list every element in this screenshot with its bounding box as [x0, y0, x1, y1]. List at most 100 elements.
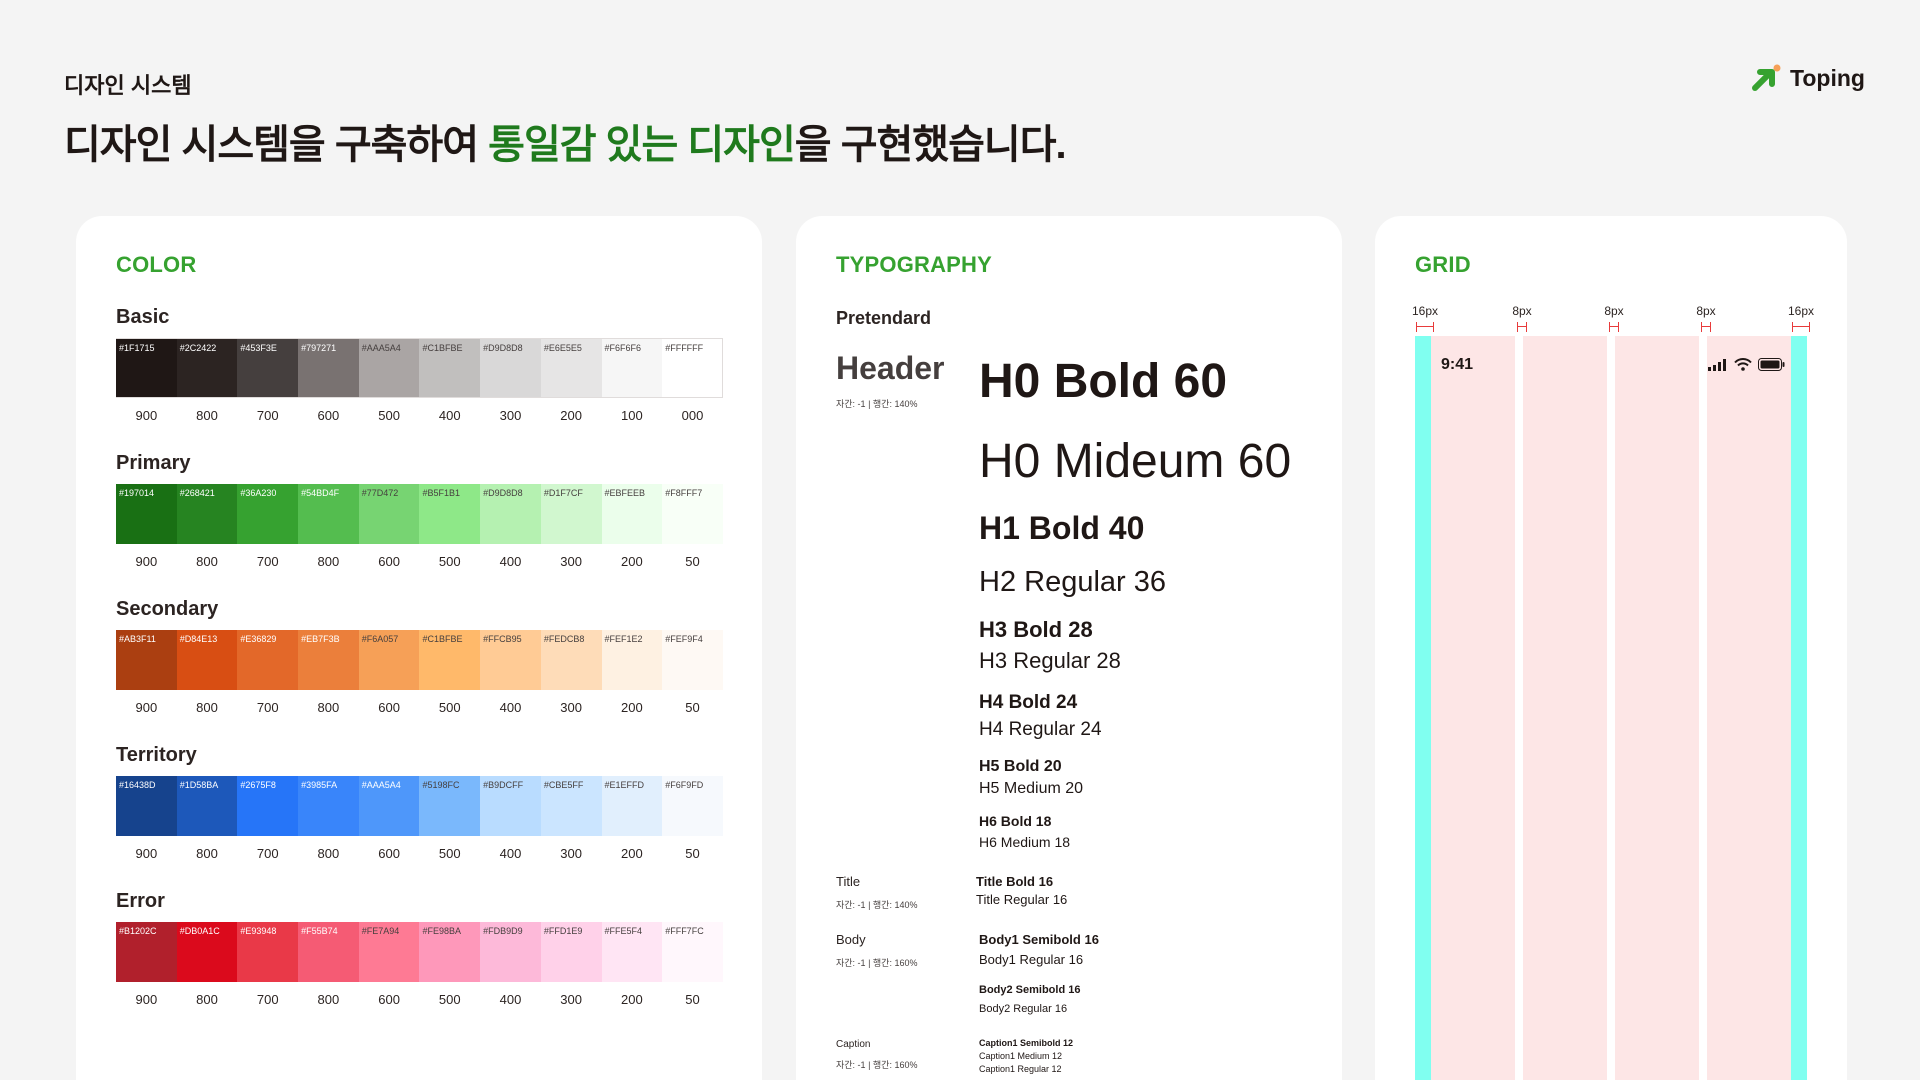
swatch-shade-label: 200	[560, 408, 582, 423]
status-bar-icons	[1708, 358, 1785, 371]
swatch-hex-code: #5198FC	[422, 780, 460, 790]
swatch-shade-label: 500	[378, 408, 400, 423]
swatch-shade-label: 900	[135, 700, 158, 715]
swatch-shade-label: 700	[256, 554, 279, 569]
color-swatch: #F55B74	[298, 922, 359, 982]
color-swatch: #E1EFFD	[601, 776, 663, 836]
color-card-title: COLOR	[116, 252, 197, 277]
logo-text: Toping	[1790, 64, 1865, 91]
swatch-shade-label: 600	[378, 992, 400, 1007]
grid-gutter-label-3: 8px	[1696, 304, 1716, 318]
font-family-name: Pretendard	[836, 308, 932, 328]
swatch-shade-label: 600	[317, 408, 340, 423]
color-swatch: #E93948	[237, 922, 299, 982]
swatch-shade-label: 800	[317, 700, 340, 715]
status-bar-time: 9:41	[1441, 356, 1474, 373]
color-swatch: #E6E5E5	[540, 338, 602, 398]
shade-row: 900 800 700 800 600 500 400 300 200 50	[116, 992, 723, 1007]
swatch-shade-label: 900	[135, 992, 158, 1007]
swatch-shade-label: 200	[620, 992, 643, 1007]
swatch-hex-code: #F55B74	[301, 926, 338, 936]
style-h4-bold: H4 Bold 24	[979, 692, 1078, 713]
palette-name: Primary	[116, 452, 191, 474]
color-swatch: #B9DCFF	[480, 776, 541, 836]
headline-part1: 디자인 시스템을 구축하여	[64, 123, 479, 167]
swatch-shade-label: 700	[256, 700, 279, 715]
color-swatch: #FEF1E2	[601, 630, 663, 690]
swatch-hex-code: #E6E5E5	[543, 343, 582, 353]
style-title-bold: Title Bold 16	[976, 874, 1054, 889]
swatch-hex-code: #E93948	[240, 926, 277, 936]
grid-column-3	[1615, 336, 1699, 1080]
swatch-shade-label: 600	[378, 700, 400, 715]
signal-icon	[1708, 358, 1726, 371]
color-swatch: #2675F8	[237, 776, 299, 836]
color-swatch: #5198FC	[419, 776, 481, 836]
swatch-shade-label: 600	[378, 846, 400, 861]
swatch-shade-label: 200	[620, 846, 643, 861]
style-h5-bold: H5 Bold 20	[979, 758, 1062, 775]
swatch-hex-code: #F6A057	[361, 634, 399, 644]
swatch-row: #AB3F11 #D84E13 #E36829 #EB7F3B #F6A057 #C1BF…	[116, 630, 723, 690]
color-swatch: #D9D8D8	[480, 338, 541, 398]
color-swatch: #1D58BA	[176, 776, 238, 836]
swatch-shade-label: 000	[681, 408, 704, 423]
color-swatch: #16438D	[116, 776, 177, 836]
color-swatch: #AB3F11	[116, 630, 177, 690]
swatch-hex-code: #54BD4F	[301, 488, 340, 498]
swatch-hex-code: #36A230	[240, 488, 277, 498]
swatch-hex-code: #AAA5A4	[361, 343, 401, 353]
swatch-shade-label: 400	[499, 554, 522, 569]
color-swatch: #1F1715	[116, 338, 177, 398]
swatch-shade-label: 800	[317, 846, 340, 861]
grid-gutter-label-1: 8px	[1512, 304, 1532, 318]
caption-group-label: Caption	[836, 1039, 871, 1050]
swatch-hex-code: #C1BFBE	[422, 634, 463, 644]
palette-name: Secondary	[116, 598, 219, 620]
swatch-hex-code: #CBE5FF	[543, 780, 584, 790]
swatch-hex-code: #B9DCFF	[483, 780, 524, 790]
swatch-shade-label: 800	[317, 992, 340, 1007]
swatch-hex-code: #D9D8D8	[483, 488, 523, 498]
swatch-hex-code: #FFCB95	[483, 634, 522, 644]
header-group-label: Header	[836, 350, 945, 386]
style-h2-regular: H2 Regular 36	[979, 566, 1166, 598]
swatch-hex-code: #3985FA	[301, 780, 338, 790]
swatch-shade-label: 500	[438, 992, 461, 1007]
swatch-hex-code: #EB7F3B	[301, 634, 340, 644]
swatch-shade-label: 50	[685, 554, 700, 569]
color-swatch: #3985FA	[298, 776, 359, 836]
swatch-shade-label: 700	[256, 992, 279, 1007]
style-caption1-semibold: Caption1 Semibold 12	[979, 1038, 1074, 1048]
caption-group-meta: 자간: -1 | 행간: 160%	[836, 1060, 918, 1070]
grid-column-1	[1431, 336, 1515, 1080]
color-swatch: #E36829	[237, 630, 299, 690]
swatch-row: #16438D #1D58BA #2675F8 #3985FA #AAA5A4 #5198…	[116, 776, 723, 836]
swatch-hex-code: #453F3E	[240, 343, 277, 353]
swatch-hex-code: #EBFEEB	[604, 488, 646, 498]
swatch-shade-label: 50	[685, 700, 700, 715]
style-h5-medium: H5 Medium 20	[979, 780, 1084, 797]
style-body1-regular: Body1 Regular 16	[979, 952, 1084, 967]
header-group-meta: 자간: -1 | 행간: 140%	[836, 399, 918, 409]
swatch-hex-code: #FFFFFF	[665, 343, 704, 353]
title-group-label: Title	[836, 874, 861, 889]
swatch-shade-label: 600	[378, 554, 400, 569]
swatch-hex-code: #C1BFBE	[422, 343, 463, 353]
swatch-hex-code: #AB3F11	[119, 634, 156, 644]
grid-column-2	[1523, 336, 1607, 1080]
grid-card-title: GRID	[1415, 252, 1471, 277]
swatch-hex-code: #FFD1E9	[543, 926, 583, 936]
toping-logo: Toping	[1752, 64, 1865, 92]
color-swatch: #AAA5A4	[358, 776, 420, 836]
color-swatch: #FEDCB8	[540, 630, 602, 690]
swatch-hex-code: #D1F7CF	[543, 488, 583, 498]
color-swatch: #36A230	[237, 484, 299, 544]
grid-column-4	[1707, 336, 1791, 1080]
wifi-icon	[1734, 358, 1752, 371]
swatch-shade-label: 900	[135, 554, 158, 569]
swatch-row: #197014 #268421 #36A230 #54BD4F #77D472 #B5F1…	[116, 484, 723, 544]
color-swatch: #FFD1E9	[540, 922, 602, 982]
typography-card-title: TYPOGRAPHY	[836, 252, 993, 277]
palette-basic: Basic #1F1715 #2C2422 #453F3E #797271 #AAA5A4…	[116, 306, 723, 423]
